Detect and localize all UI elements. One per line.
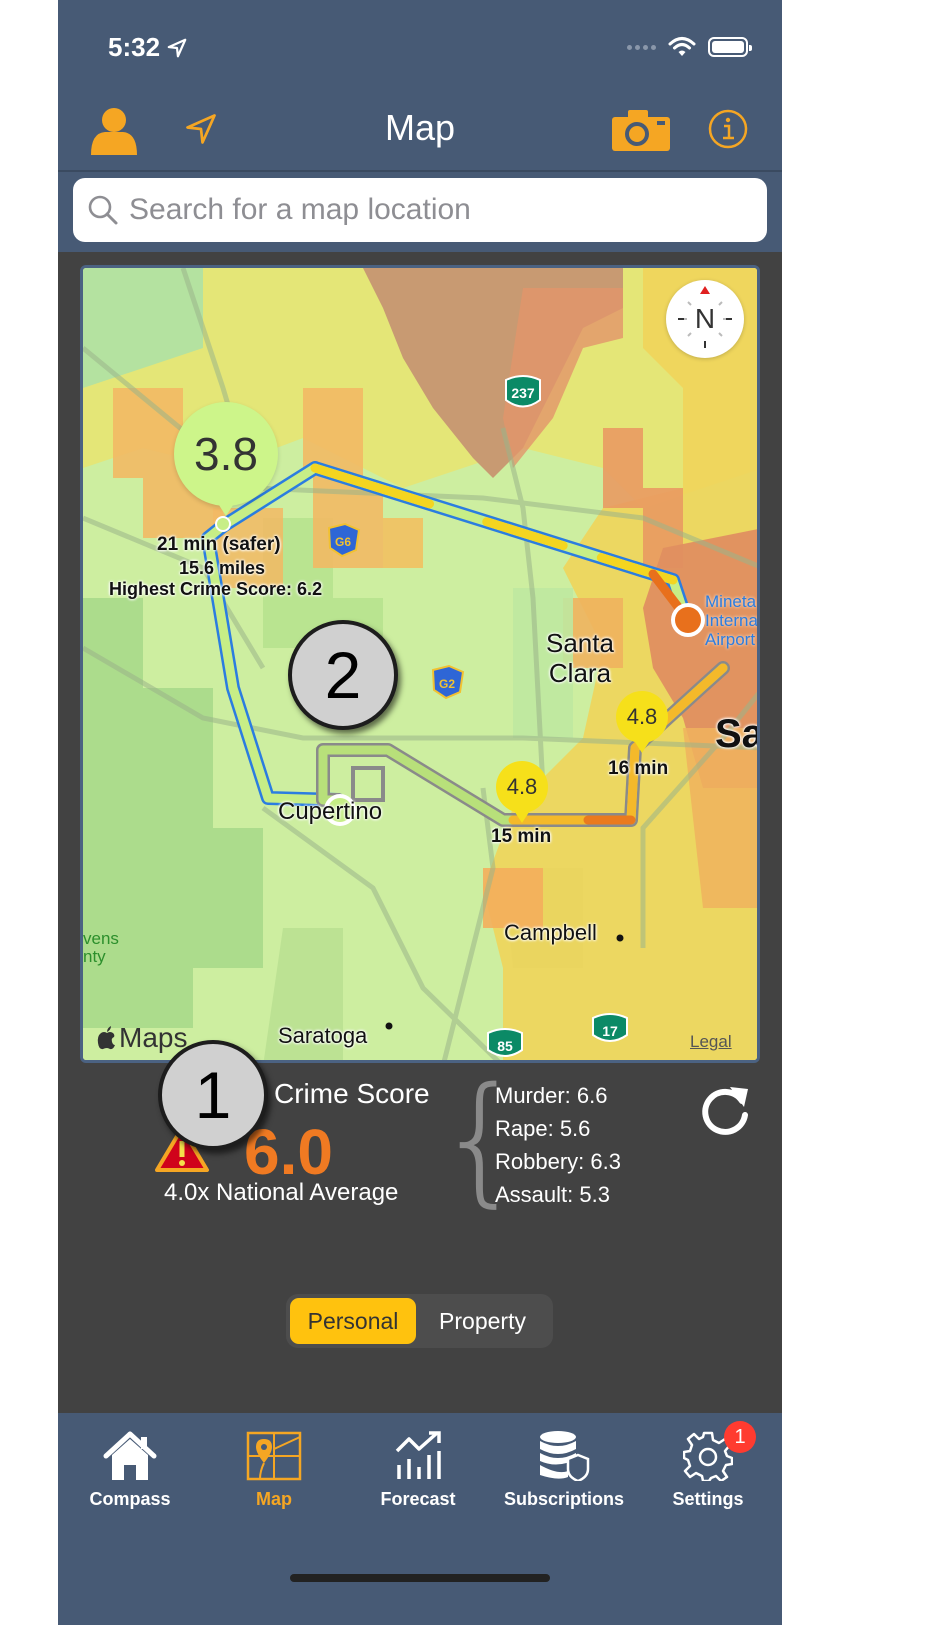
place-label-campbell: Campbell (504, 920, 597, 945)
highway-shield-85: 85 (487, 1028, 523, 1057)
route-time-safer: 21 min (safer) (157, 534, 281, 555)
phone-screen: 5:32 Map Search for a map location 237 G… (58, 0, 782, 1625)
annotation-marker-1: 1 (158, 1040, 268, 1150)
crime-breakdown-rape: Rape: 5.6 (495, 1116, 591, 1141)
svg-text:G6: G6 (335, 535, 351, 549)
route-time-3: 15 min (491, 826, 552, 847)
route-time-2: 16 min (608, 758, 669, 779)
highway-shield-237: 237 (505, 375, 541, 408)
compass-north-label: N (694, 303, 716, 334)
tab-map[interactable]: Map (204, 1421, 344, 1510)
svg-text:G2: G2 (439, 677, 455, 691)
tab-bar: Compass Map Forecast Subscriptions 1 Set… (58, 1413, 782, 1625)
crime-breakdown-assault: Assault: 5.3 (495, 1182, 610, 1207)
map-canvas[interactable]: 237 G6 G2 85 17 (83, 268, 760, 1063)
settings-notification-badge: 1 (724, 1421, 756, 1453)
annotation-marker-2: 2 (288, 620, 398, 730)
route-score-pin-2[interactable]: 4.8 (616, 691, 668, 743)
battery-icon (708, 37, 752, 57)
place-label-stevens-county: vens nty (83, 929, 119, 966)
route-score-value: 4.8 (626, 704, 658, 729)
location-arrow-icon (167, 38, 187, 57)
highway-shield-g6: G6 (327, 522, 361, 558)
crime-type-segmented-control: Personal Property (286, 1294, 553, 1348)
info-button[interactable] (708, 109, 748, 154)
house-icon (103, 1431, 157, 1480)
search-bar[interactable] (73, 178, 767, 242)
compass-button[interactable]: N (666, 280, 744, 358)
home-indicator[interactable] (290, 1574, 550, 1582)
page-title: Map (384, 107, 456, 148)
wifi-icon (668, 37, 696, 56)
highway-shield-g2: G2 (431, 664, 465, 700)
crime-breakdown-list: Murder: 6.6 Rape: 5.6 Robbery: 6.3 Assau… (495, 1079, 621, 1211)
database-shield-icon (540, 1431, 590, 1481)
route-score-pin-3[interactable]: 4.8 (496, 761, 548, 813)
tab-subscriptions[interactable]: Subscriptions (492, 1421, 636, 1510)
tab-forecast[interactable]: Forecast (348, 1421, 488, 1510)
status-bar-time: 5:32 (108, 32, 188, 63)
refresh-button[interactable] (698, 1081, 754, 1142)
highway-shield-17: 17 (592, 1013, 628, 1042)
search-input[interactable] (129, 193, 749, 227)
navigation-bar: Map (58, 95, 782, 170)
crime-heat-map[interactable]: 237 G6 G2 85 17 N 3.8 21 min (safer) 15.… (80, 265, 760, 1063)
place-label-cupertino: Cupertino (278, 798, 383, 825)
svg-text:85: 85 (497, 1038, 513, 1054)
maps-attribution: Maps (97, 1022, 187, 1054)
map-pin-icon (246, 1431, 302, 1481)
segment-property[interactable]: Property (416, 1298, 549, 1344)
svg-text:237: 237 (511, 385, 535, 401)
place-label-santa-clara: Santa Clara (546, 628, 614, 688)
route-score-pin-safer[interactable]: 3.8 (174, 402, 278, 506)
svg-text:17: 17 (602, 1023, 618, 1039)
place-label-san-jose: Sa (715, 712, 760, 756)
tab-settings[interactable]: 1 Settings (638, 1421, 778, 1510)
place-label-airport: Mineta International Airport (705, 592, 758, 649)
national-average-comparison: 4.0x National Average (164, 1179, 399, 1206)
refresh-icon (702, 1087, 748, 1135)
segment-personal[interactable]: Personal (290, 1298, 416, 1344)
route-distance-safer: 15.6 miles (179, 558, 266, 578)
camera-icon (612, 110, 670, 151)
status-indicators (627, 36, 752, 58)
crime-breakdown-robbery: Robbery: 6.3 (495, 1149, 621, 1174)
cellular-signal-icon (627, 44, 656, 50)
legal-link[interactable]: Legal (690, 1032, 732, 1052)
info-icon (708, 109, 748, 149)
crime-score-title: Crime Score (274, 1078, 430, 1109)
tab-compass[interactable]: Compass (60, 1421, 200, 1510)
header-divider (58, 170, 782, 172)
header: 5:32 Map (58, 0, 782, 252)
route-highest-score-safer: Highest Crime Score: 6.2 (109, 579, 323, 599)
route-score-value: 4.8 (506, 774, 538, 799)
crime-breakdown-murder: Murder: 6.6 (495, 1083, 608, 1108)
trend-chart-icon (395, 1431, 441, 1479)
place-label-saratoga: Saratoga (278, 1023, 368, 1048)
apple-logo-icon (97, 1026, 115, 1050)
search-icon (88, 195, 118, 225)
clock: 5:32 (108, 32, 161, 62)
route-score-value: 3.8 (194, 428, 258, 480)
camera-button[interactable] (612, 109, 670, 156)
